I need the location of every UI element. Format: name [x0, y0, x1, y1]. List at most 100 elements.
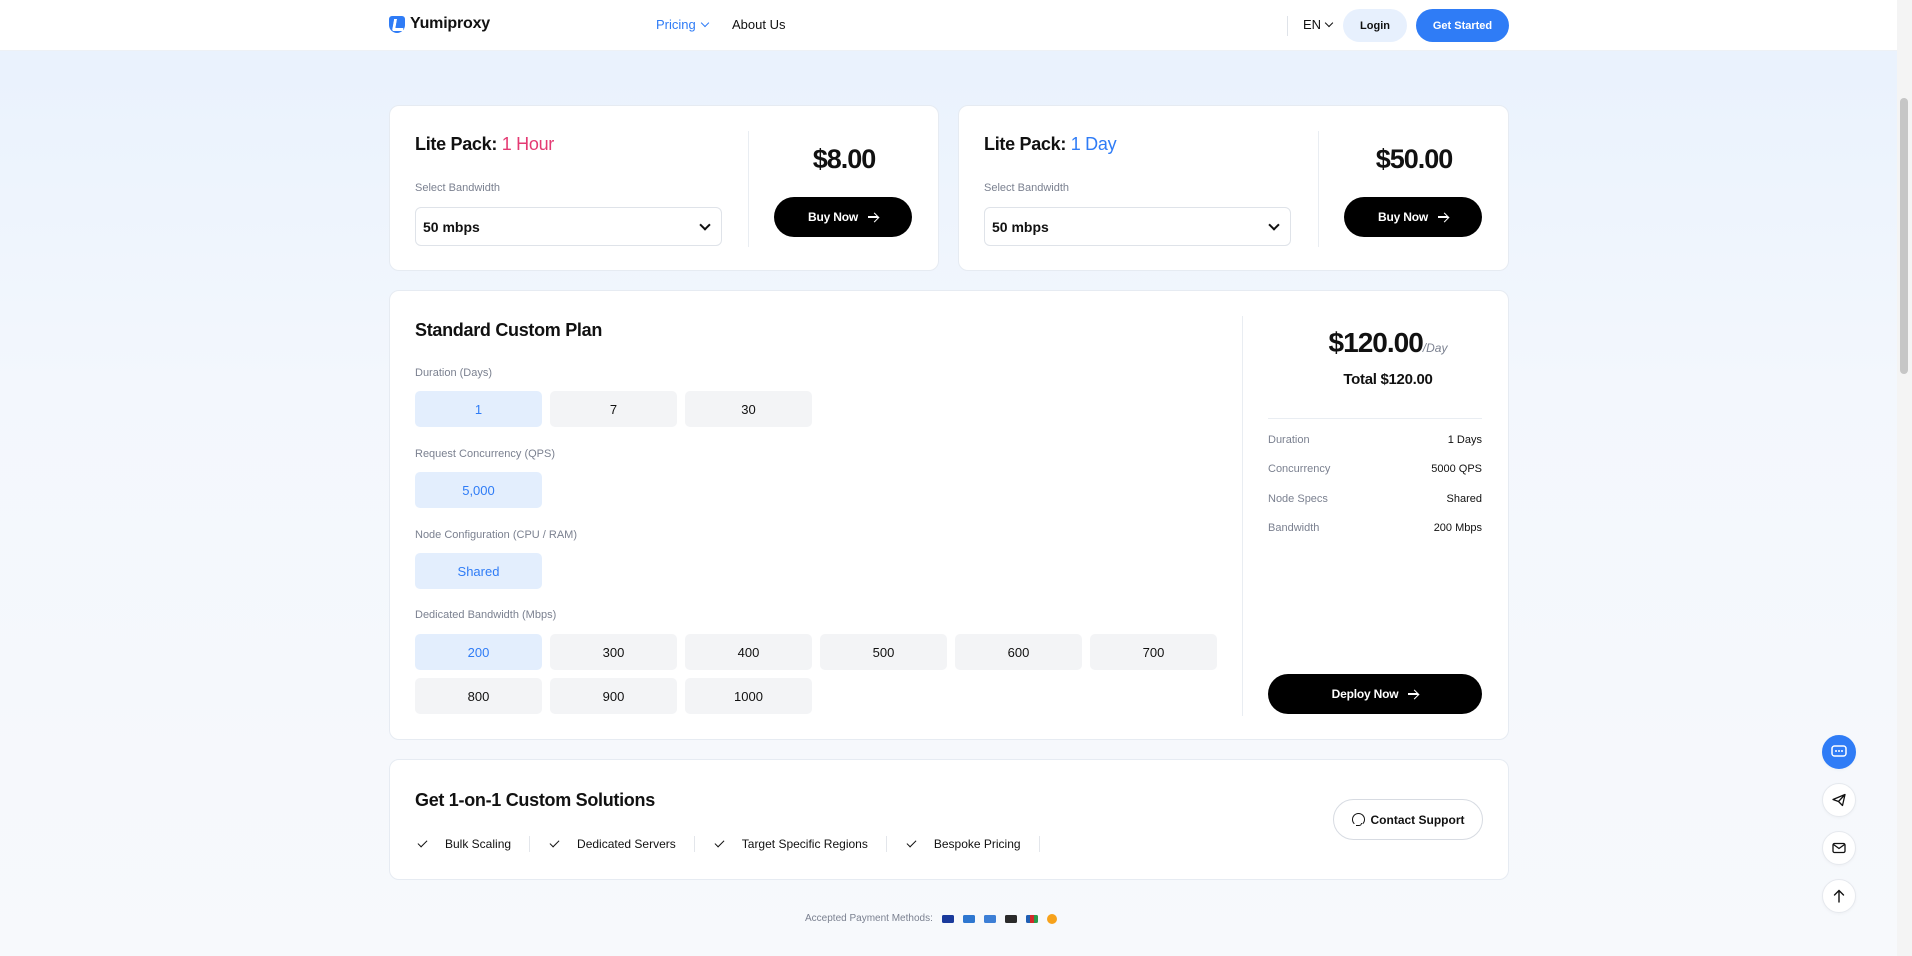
- bandwidth-select-value: 50 mbps: [423, 218, 480, 235]
- lite-pack-card-day: Lite Pack: 1 Day Select Bandwidth 50 mbp…: [958, 105, 1509, 271]
- feature-item: Dedicated Servers: [548, 836, 695, 852]
- mastercard-icon: [1004, 914, 1017, 923]
- custom-solutions-title: Get 1-on-1 Custom Solutions: [415, 790, 655, 810]
- top-nav: Yumiproxy Pricing About Us EN Login Get …: [0, 0, 1897, 51]
- standard-plan-card: Standard Custom Plan Duration (Days) 1 7…: [389, 290, 1509, 740]
- check-icon: [714, 837, 725, 848]
- bandwidth-select[interactable]: 50 mbps: [984, 207, 1291, 246]
- language-label: EN: [1303, 17, 1322, 32]
- summary-divider: [1268, 418, 1482, 419]
- deploy-now-label: Deploy Now: [1331, 687, 1399, 701]
- feature-label: Dedicated Servers: [577, 837, 676, 851]
- summary-value: Shared: [1446, 493, 1482, 505]
- get-started-button[interactable]: Get Started: [1416, 9, 1509, 42]
- nav-about-us[interactable]: About Us: [732, 17, 785, 32]
- arrow-right-icon: [1437, 212, 1448, 222]
- bandwidth-select-value: 50 mbps: [992, 218, 1049, 235]
- node-config-option[interactable]: Shared: [415, 553, 542, 589]
- bandwidth-option[interactable]: 500: [820, 634, 947, 670]
- select-bandwidth-label: Select Bandwidth: [984, 182, 1069, 194]
- scrollbar-thumb[interactable]: [1900, 98, 1908, 374]
- lite-pack-price: $8.00: [812, 144, 877, 174]
- summary-key: Bandwidth: [1268, 522, 1320, 534]
- deploy-now-button[interactable]: Deploy Now: [1268, 674, 1482, 714]
- check-icon: [549, 837, 560, 848]
- bandwidth-option[interactable]: 200: [415, 634, 542, 670]
- login-button[interactable]: Login: [1343, 9, 1407, 42]
- bitcoin-icon: [1046, 913, 1057, 924]
- summary-row: Node Specs Shared: [1268, 493, 1482, 505]
- summary-value: 1 Days: [1447, 434, 1482, 446]
- chevron-down-icon: [1268, 218, 1280, 231]
- concurrency-option[interactable]: 5,000: [415, 472, 542, 508]
- bandwidth-option[interactable]: 700: [1090, 634, 1217, 670]
- summary-key: Duration: [1268, 434, 1310, 446]
- feature-label: Target Specific Regions: [741, 837, 868, 851]
- payment-methods: Accepted Payment Methods:: [805, 913, 1057, 924]
- summary-row: Concurrency 5000 QPS: [1268, 463, 1482, 475]
- feature-label: Bulk Scaling: [445, 837, 512, 851]
- chevron-down-icon: [1324, 18, 1334, 28]
- lite-pack-duration: 1 Day: [1070, 134, 1117, 154]
- arrow-up-icon: [1833, 889, 1845, 903]
- logo-icon: [389, 15, 405, 33]
- check-icon: [906, 837, 917, 848]
- card-divider: [748, 131, 749, 247]
- visa-icon: [941, 914, 954, 923]
- bandwidth-option[interactable]: 300: [550, 634, 677, 670]
- bandwidth-option[interactable]: 600: [955, 634, 1082, 670]
- feature-item: Bespoke Pricing: [905, 836, 1040, 852]
- summary-value: 200 Mbps: [1433, 522, 1482, 534]
- bandwidth-option[interactable]: 1000: [685, 678, 812, 714]
- brand-name: Yumiproxy: [410, 15, 491, 32]
- bandwidth-option[interactable]: 800: [415, 678, 542, 714]
- summary-total: Total $120.00: [1343, 371, 1433, 388]
- custom-solutions-card: Get 1-on-1 Custom Solutions Bulk Scaling…: [389, 759, 1509, 880]
- lite-pack-title: Lite Pack: 1 Hour: [415, 134, 554, 155]
- payment-methods-label: Accepted Payment Methods:: [805, 913, 933, 924]
- summary-price: $120.00/Day: [1260, 327, 1516, 359]
- lite-pack-prefix: Lite Pack:: [984, 134, 1067, 154]
- telegram-button[interactable]: [1822, 783, 1856, 817]
- duration-option[interactable]: 30: [685, 391, 812, 427]
- send-icon: [1832, 793, 1846, 807]
- chat-icon: [1831, 745, 1847, 757]
- arrow-right-icon: [1408, 689, 1419, 699]
- scroll-to-top-button[interactable]: [1822, 879, 1856, 913]
- arrow-right-icon: [867, 212, 878, 222]
- summary-key: Concurrency: [1268, 463, 1331, 475]
- buy-now-button[interactable]: Buy Now: [774, 197, 912, 237]
- chat-button[interactable]: [1822, 735, 1856, 769]
- headset-icon: [1351, 813, 1365, 826]
- duration-option[interactable]: 1: [415, 391, 542, 427]
- duration-label: Duration (Days): [415, 367, 493, 379]
- nav-pricing-label: Pricing: [656, 17, 696, 32]
- bandwidth-option[interactable]: 400: [685, 634, 812, 670]
- buy-now-button[interactable]: Buy Now: [1344, 197, 1482, 237]
- lite-pack-card-hour: Lite Pack: 1 Hour Select Bandwidth 50 mb…: [389, 105, 939, 271]
- duration-option[interactable]: 7: [550, 391, 677, 427]
- card-divider: [1318, 131, 1319, 247]
- language-selector[interactable]: EN: [1303, 17, 1334, 32]
- feature-item: Target Specific Regions: [713, 836, 887, 852]
- summary-row: Bandwidth 200 Mbps: [1268, 522, 1482, 534]
- nav-pricing[interactable]: Pricing: [656, 17, 709, 32]
- lite-pack-duration: 1 Hour: [501, 134, 555, 154]
- summary-value: 5000 QPS: [1431, 463, 1482, 475]
- buy-now-label: Buy Now: [808, 210, 858, 224]
- lite-pack-title: Lite Pack: 1 Day: [984, 134, 1117, 155]
- brand-logo[interactable]: Yumiproxy: [389, 15, 490, 33]
- contact-support-button[interactable]: Contact Support: [1333, 799, 1483, 840]
- node-config-label: Node Configuration (CPU / RAM): [415, 529, 578, 541]
- email-button[interactable]: [1822, 831, 1856, 865]
- summary-price-amount: $120.00: [1328, 327, 1424, 358]
- summary-key: Node Specs: [1268, 493, 1328, 505]
- buy-now-label: Buy Now: [1378, 210, 1428, 224]
- bandwidth-select[interactable]: 50 mbps: [415, 207, 722, 246]
- nav-divider: [1287, 16, 1288, 36]
- lite-pack-prefix: Lite Pack:: [415, 134, 498, 154]
- diners-icon: [983, 914, 996, 923]
- bandwidth-option[interactable]: 900: [550, 678, 677, 714]
- chevron-down-icon: [699, 218, 711, 231]
- feature-item: Bulk Scaling: [416, 836, 531, 852]
